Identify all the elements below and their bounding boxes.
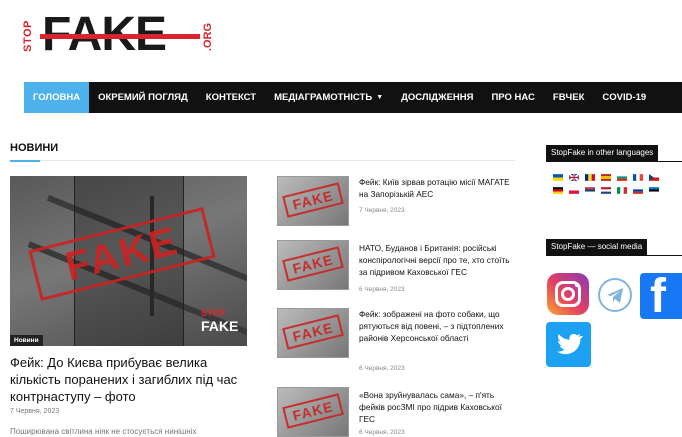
logo-stop: STOP (21, 20, 34, 52)
nav-item-fbcheck[interactable]: FBЧЕК (544, 82, 593, 113)
flag-netherlands-icon[interactable] (601, 187, 611, 194)
fake-stamp: FAKE (282, 393, 344, 429)
flag-spain-icon[interactable] (601, 174, 611, 181)
flag-bulgaria-icon[interactable] (617, 174, 627, 181)
article-date: 6 Червня, 2023 (359, 286, 405, 293)
telegram-icon[interactable] (598, 278, 632, 312)
article-title[interactable]: Фейк: зображені на фото собаки, що рятую… (359, 308, 519, 344)
article-title[interactable]: НАТО, Буданов і Британія: російські конс… (359, 242, 519, 278)
chevron-down-icon: ▼ (376, 94, 384, 101)
main-nav: ГОЛОВНА ОКРЕМИЙ ПОГЛЯД КОНТЕКСТ МЕДІАГРА… (24, 82, 682, 113)
featured-article-image[interactable]: FAKE STOP FAKE (10, 176, 247, 346)
site-logo[interactable]: STOP FAKE .ORG (21, 7, 214, 63)
flag-france-icon[interactable] (633, 174, 643, 181)
sidebar-social-title: StopFake — social media (546, 239, 648, 255)
instagram-icon[interactable] (547, 273, 589, 315)
category-badge[interactable]: Новини (10, 335, 43, 346)
article-date: 6 Червня, 2023 (359, 365, 405, 372)
flag-estonia-icon[interactable] (649, 187, 659, 194)
section-divider (10, 160, 515, 161)
section-divider-accent (10, 160, 40, 162)
sidebar-languages-title: StopFake in other languages (546, 145, 659, 161)
sidebar-divider (546, 161, 682, 162)
flag-italy-icon[interactable] (617, 187, 627, 194)
flag-romania-icon[interactable] (585, 174, 595, 181)
facebook-icon[interactable]: f (640, 273, 682, 319)
stopfake-watermark: STOP FAKE (201, 308, 239, 334)
fake-stamp: FAKE (282, 314, 344, 350)
logo-strike (40, 34, 200, 39)
featured-article-excerpt: Поширювана світлина ніяк не стосується н… (10, 427, 197, 436)
flag-ukraine-icon[interactable] (553, 174, 563, 181)
fake-stamp: FAKE (282, 246, 344, 282)
article-thumbnail[interactable]: FAKE (277, 308, 349, 358)
flag-poland-icon[interactable] (569, 187, 579, 194)
article-title[interactable]: Фейк: Київ зірвав ротацію місії МАГАТЕ н… (359, 176, 519, 200)
article-date: 6 Червня, 2023 (359, 429, 405, 436)
flag-serbia-icon[interactable] (585, 187, 595, 194)
featured-article-title[interactable]: Фейк: До Києва прибуває велика кількість… (10, 354, 250, 405)
nav-item-context[interactable]: КОНТЕКСТ (197, 82, 265, 113)
flag-russia-icon[interactable] (633, 187, 643, 194)
article-thumbnail[interactable]: FAKE (277, 387, 349, 437)
section-title: НОВИНИ (10, 142, 59, 154)
nav-item-research[interactable]: ДОСЛІДЖЕННЯ (392, 82, 482, 113)
article-thumbnail[interactable]: FAKE (277, 240, 349, 290)
flag-uk-icon[interactable] (569, 174, 579, 181)
language-flags (553, 174, 682, 194)
twitter-icon[interactable] (546, 322, 591, 367)
nav-item-covid[interactable]: COVID-19 (593, 82, 655, 113)
nav-item-media-literacy[interactable]: МЕДІАГРАМОТНІСТЬ ▼ (265, 82, 392, 113)
logo-org: .ORG (202, 22, 215, 52)
featured-article-date: 7 Червня, 2023 (10, 408, 60, 415)
nav-item-about[interactable]: ПРО НАС (482, 82, 543, 113)
nav-item-opinion[interactable]: ОКРЕМИЙ ПОГЛЯД (89, 82, 197, 113)
flag-germany-icon[interactable] (553, 187, 563, 194)
fake-stamp: FAKE (282, 182, 344, 218)
sidebar-divider (546, 255, 682, 256)
article-thumbnail[interactable]: FAKE (277, 176, 349, 226)
article-title[interactable]: «Вона зруйнувалась сама», – п'ять фейків… (359, 389, 519, 425)
nav-item-home[interactable]: ГОЛОВНА (24, 82, 90, 113)
article-date: 7 Червня, 2023 (359, 207, 405, 214)
flag-czech-icon[interactable] (649, 174, 659, 181)
